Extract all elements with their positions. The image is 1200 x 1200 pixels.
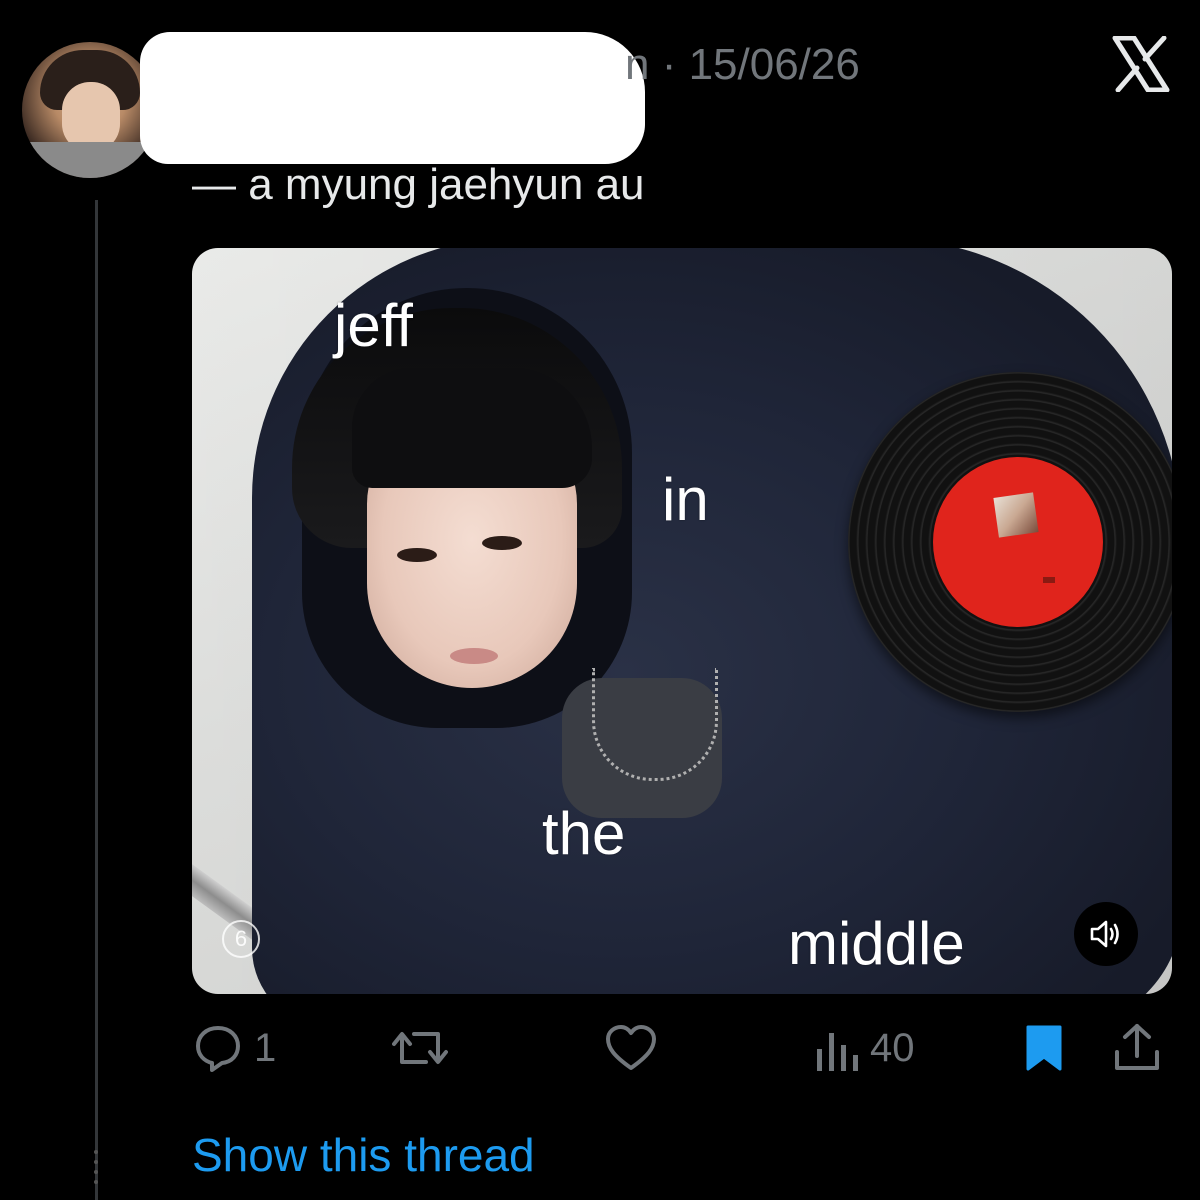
- media-eye-right: [482, 536, 522, 550]
- speaker-icon: [1090, 920, 1119, 948]
- heart-icon: [606, 1025, 656, 1070]
- vinyl-label: [933, 457, 1103, 627]
- vinyl-record-icon: [848, 372, 1172, 712]
- vinyl-label-mark: [1043, 577, 1055, 583]
- reply-count: 1: [254, 1025, 277, 1070]
- reply-button[interactable]: 1: [192, 1020, 276, 1076]
- views-button[interactable]: 40: [814, 1020, 915, 1076]
- like-button[interactable]: [604, 1020, 668, 1076]
- media-bangs: [352, 368, 592, 488]
- x-logo-icon[interactable]: [1112, 36, 1170, 92]
- media-lips: [450, 648, 498, 664]
- share-button[interactable]: [1112, 1020, 1162, 1076]
- tweet-text: — a myung jaehyun au: [192, 160, 645, 209]
- views-count: 40: [870, 1025, 915, 1070]
- tweet-meta: n · 15/06/26: [625, 40, 860, 89]
- views-icon: [817, 1033, 858, 1071]
- sound-toggle-button[interactable]: [1074, 902, 1138, 966]
- retweet-button[interactable]: [392, 1020, 458, 1076]
- bookmark-icon: [1026, 1025, 1062, 1071]
- bookmark-button[interactable]: [1024, 1020, 1064, 1076]
- avatar[interactable]: [22, 42, 158, 178]
- overlay-word-the: the: [542, 800, 626, 867]
- vinyl-cover-art: [993, 492, 1039, 538]
- retweet-icon: [392, 1032, 448, 1064]
- redacted-username: [140, 32, 645, 164]
- thread-connector-dots: [93, 1150, 100, 1190]
- media-eye-left: [397, 548, 437, 562]
- reply-icon: [196, 1026, 240, 1072]
- media-count-badge: 6: [222, 920, 260, 958]
- tweet-media[interactable]: jeff in the middle 6: [192, 248, 1172, 994]
- overlay-word-jeff: jeff: [334, 292, 413, 359]
- thread-connector-line: [95, 200, 98, 1200]
- overlay-word-in: in: [662, 466, 709, 533]
- show-thread-link[interactable]: Show this thread: [192, 1128, 535, 1182]
- media-necklace: [592, 668, 718, 781]
- avatar-coat: [22, 142, 158, 178]
- tweet-actions: 1 40: [192, 1020, 1172, 1080]
- share-icon: [1115, 1024, 1159, 1070]
- overlay-word-middle: middle: [788, 910, 965, 977]
